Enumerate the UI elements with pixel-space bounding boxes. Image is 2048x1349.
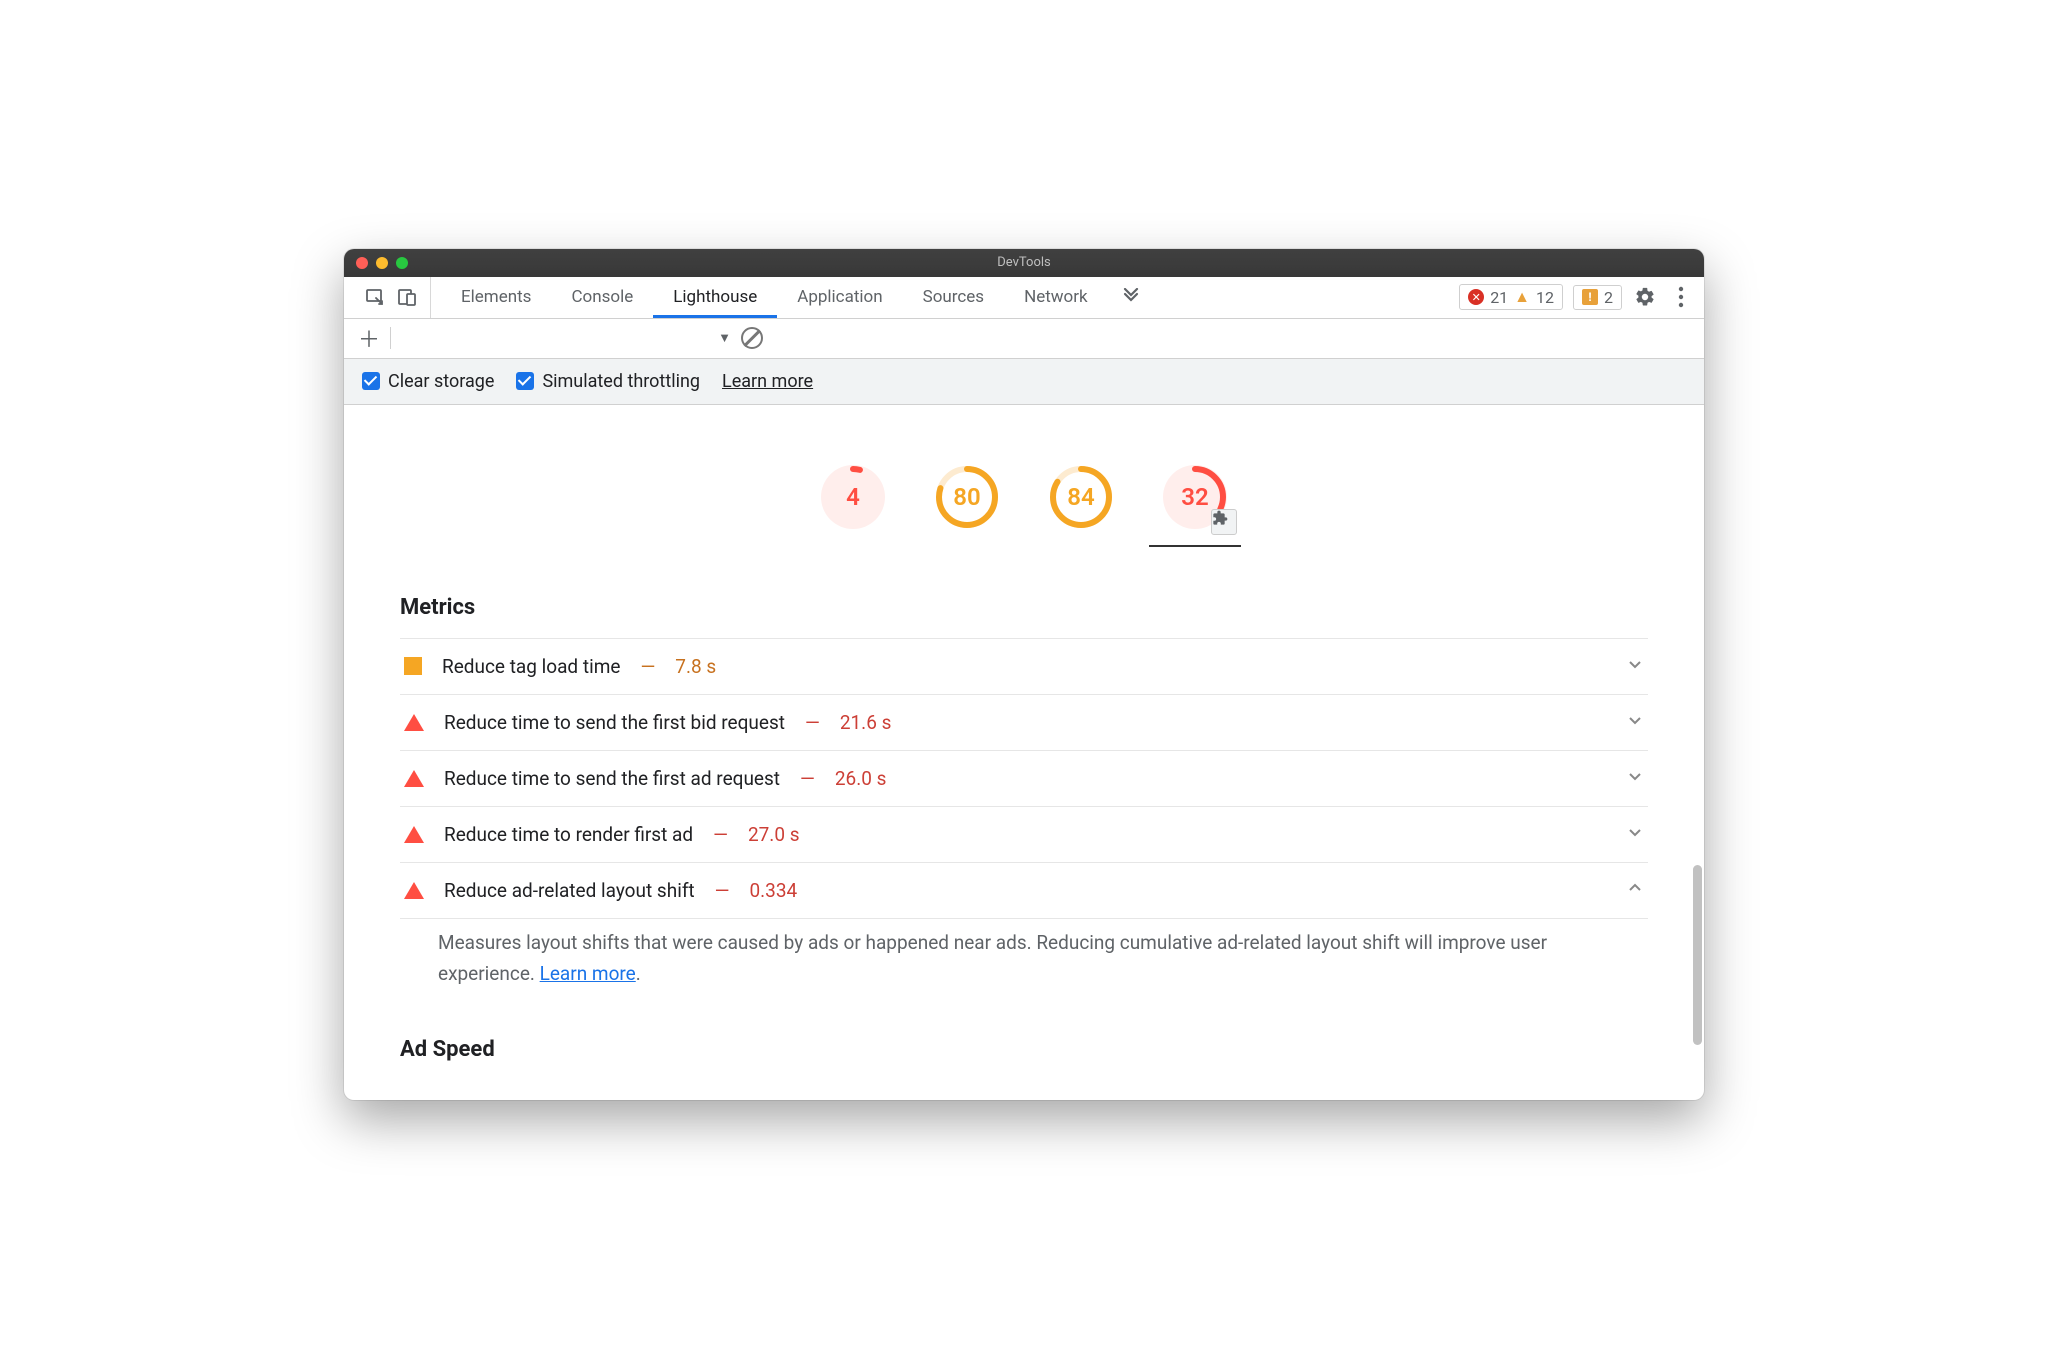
checkbox-checked-icon[interactable] [516,372,534,390]
clear-storage-label: Clear storage [388,371,494,392]
tab-application[interactable]: Application [777,277,902,318]
triangle-icon [404,770,424,787]
report-content: 4 80 84 32 [344,405,1704,1101]
scrollbar-thumb[interactable] [1693,865,1702,1045]
learn-more-link[interactable]: Learn more [722,371,813,392]
metric-description: Measures layout shifts that were caused … [400,918,1648,1020]
metric-value: 21.6 s [840,711,892,734]
error-count: 21 [1490,288,1508,307]
chevron-down-icon [1626,711,1644,734]
tab-network[interactable]: Network [1004,277,1108,318]
chevron-down-icon [1626,823,1644,846]
tab-sources[interactable]: Sources [903,277,1004,318]
metric-value: 27.0 s [748,823,800,846]
warning-icon: ▲ [1514,287,1530,307]
metrics-heading: Metrics [400,595,1648,638]
issue-icon [1582,289,1598,305]
metric-row[interactable]: Reduce time to send the first ad request… [400,750,1648,806]
tab-lighthouse[interactable]: Lighthouse [653,277,777,318]
settings-icon[interactable] [1632,284,1658,310]
warning-count: 12 [1536,288,1554,307]
square-icon [404,657,422,675]
ad-speed-section: Ad Speed [344,1019,1704,1100]
metric-separator: — [715,879,730,902]
devtools-window: DevTools Elements Console Lighthouse App… [344,249,1704,1101]
metric-value: 26.0 s [835,767,887,790]
score-gauges: 4 80 84 32 [344,405,1704,577]
metric-row[interactable]: Reduce ad-related layout shift — 0.334 [400,862,1648,918]
metric-separator: — [713,823,728,846]
metric-label: Reduce time to send the first ad request [444,767,780,790]
metric-label: Reduce time to render first ad [444,823,693,846]
close-window-button[interactable] [356,257,368,269]
metrics-list: Reduce tag load time — 7.8 s Reduce time… [400,638,1648,1020]
traffic-lights [356,257,408,269]
metric-label: Reduce tag load time [442,655,620,678]
tabstrip-right: ✕ 21 ▲ 12 2 [1449,277,1704,318]
lighthouse-subtoolbar: ＋ ▼ [344,319,1704,359]
metric-value: 7.8 s [675,655,716,678]
metric-separator: — [800,767,815,790]
clear-icon[interactable] [741,327,763,349]
chevron-down-icon [1626,767,1644,790]
tabs: Elements Console Lighthouse Application … [431,277,1154,318]
console-error-warning-badge[interactable]: ✕ 21 ▲ 12 [1459,284,1563,310]
device-toolbar-icon[interactable] [396,286,418,308]
divider [390,327,391,349]
tabstrip: Elements Console Lighthouse Application … [344,277,1704,319]
minimize-window-button[interactable] [376,257,388,269]
issues-badge[interactable]: 2 [1573,285,1622,310]
score-gauge-2[interactable]: 84 [1049,465,1113,547]
score-gauge-0[interactable]: 4 [821,465,885,547]
learn-more-link[interactable]: Learn more [540,962,636,985]
metric-row[interactable]: Reduce time to render first ad — 27.0 s [400,806,1648,862]
triangle-icon [404,882,424,899]
metric-row[interactable]: Reduce tag load time — 7.8 s [400,638,1648,694]
new-report-icon[interactable]: ＋ [358,322,380,354]
metric-separator: — [640,655,655,678]
triangle-icon [404,714,424,731]
kebab-menu-icon[interactable] [1668,284,1694,310]
chevron-down-icon [1626,655,1644,678]
metric-value: 0.334 [749,879,797,902]
extension-icon [1211,509,1237,535]
more-tabs-icon[interactable] [1108,277,1154,318]
error-icon: ✕ [1468,289,1484,305]
report-dropdown[interactable]: ▼ [401,330,731,346]
metric-separator: — [805,711,820,734]
options-bar: Clear storage Simulated throttling Learn… [344,359,1704,405]
inspect-element-icon[interactable] [364,286,386,308]
score-gauge-3[interactable]: 32 [1163,465,1227,547]
metric-label: Reduce ad-related layout shift [444,879,695,902]
checkbox-checked-icon[interactable] [362,372,380,390]
simulated-throttling-option[interactable]: Simulated throttling [516,371,700,392]
clear-storage-option[interactable]: Clear storage [362,371,494,392]
ad-speed-heading: Ad Speed [400,1037,1648,1080]
metrics-section: Metrics Reduce tag load time — 7.8 s Red… [344,577,1704,1020]
metric-row[interactable]: Reduce time to send the first bid reques… [400,694,1648,750]
simulated-throttling-label: Simulated throttling [542,371,700,392]
metric-label: Reduce time to send the first bid reques… [444,711,785,734]
titlebar: DevTools [344,249,1704,277]
tab-elements[interactable]: Elements [441,277,551,318]
tabstrip-left [352,277,431,318]
score-gauge-1[interactable]: 80 [935,465,999,547]
window-title: DevTools [344,255,1704,270]
maximize-window-button[interactable] [396,257,408,269]
triangle-icon [404,826,424,843]
issue-count: 2 [1604,288,1613,307]
chevron-up-icon [1626,879,1644,902]
tab-console[interactable]: Console [551,277,653,318]
